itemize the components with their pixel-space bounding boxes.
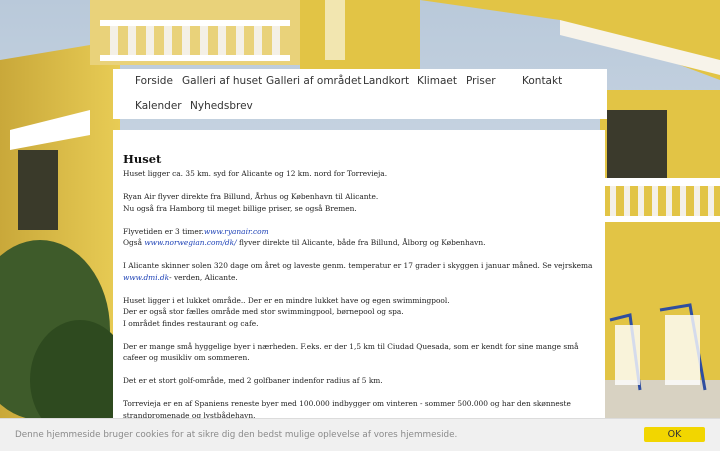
paragraph-torrevieja: Torrevieja er en af Spaniens reneste bye… <box>123 399 571 420</box>
paragraph-golf: Det er et stort golf-område, med 2 golfb… <box>123 376 383 385</box>
nav-item-forside[interactable]: Forside <box>135 75 173 87</box>
nav-item-galleri-af-huset[interactable]: Galleri af huset <box>182 75 262 87</box>
paragraph-flights: Ryan Air flyver direkte fra Billund, Årh… <box>123 192 379 213</box>
nav-item-landkort[interactable]: Landkort <box>363 75 409 87</box>
ryanair-link[interactable]: www.ryanair.com <box>204 227 269 236</box>
paragraph-weather: I Alicante skinner solen 320 dage om åre… <box>123 261 593 282</box>
main-navigation: Forside Galleri af huset Galleri af områ… <box>113 69 607 119</box>
main-content: Huset Huset ligger ca. 35 km. syd for Al… <box>113 130 605 420</box>
paragraph-area: Huset ligger i et lukket område.. Der er… <box>123 295 450 328</box>
nav-item-priser[interactable]: Priser <box>466 75 496 87</box>
cookie-ok-button[interactable]: OK <box>644 427 705 442</box>
nav-item-klimaet[interactable]: Klimaet <box>417 75 457 87</box>
paragraph-towns: Der er mange små hyggelige byer i nærhed… <box>123 341 579 363</box>
nav-item-galleri-af-omraadet[interactable]: Galleri af området <box>266 75 362 87</box>
paragraph-location: Huset ligger ca. 35 km. syd for Alicante… <box>123 169 388 178</box>
norwegian-link[interactable]: www.norwegian.com/dk/ <box>144 238 236 247</box>
page-title: Huset <box>123 152 162 166</box>
nav-item-kalender[interactable]: Kalender <box>135 100 182 112</box>
nav-item-nyhedsbrev[interactable]: Nyhedsbrev <box>190 100 253 112</box>
cookie-banner: Denne hjemmeside bruger cookies for at s… <box>0 418 720 451</box>
cookie-message: Denne hjemmeside bruger cookies for at s… <box>15 430 458 440</box>
dmi-link[interactable]: www.dmi.dk <box>123 273 169 282</box>
paragraph-flight-time: Flyvetiden er 3 timer.www.ryanair.com Og… <box>123 226 486 248</box>
nav-item-kontakt[interactable]: Kontakt <box>522 75 562 87</box>
